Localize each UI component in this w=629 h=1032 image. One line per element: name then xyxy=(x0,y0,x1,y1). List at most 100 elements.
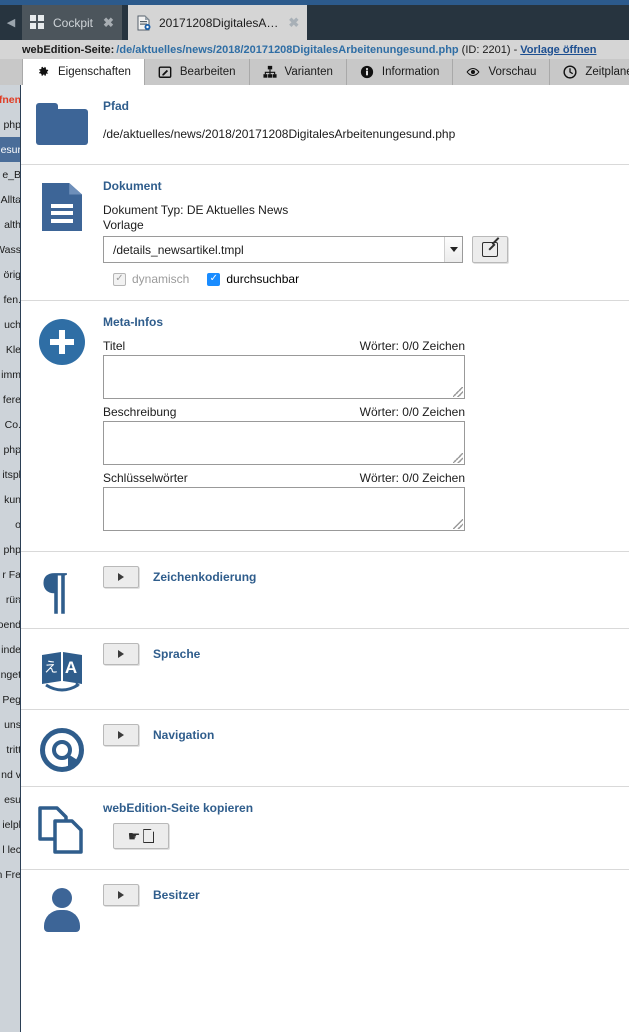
sidebar-tree-item[interactable]: Wass xyxy=(0,237,20,262)
expander-sprache[interactable] xyxy=(103,643,139,665)
close-icon[interactable]: ✖ xyxy=(288,16,299,29)
sidebar-tree-item[interactable]: oend xyxy=(0,612,20,637)
open-template-link[interactable]: Vorlage öffnen xyxy=(520,44,596,56)
template-select[interactable]: /details_newsartikel.tmpl xyxy=(103,236,463,263)
sidebar-tree-item-label: nd v xyxy=(1,768,21,781)
expander-besitzer[interactable] xyxy=(103,884,139,906)
sidebar-tree-item-label: imm xyxy=(1,368,21,381)
sidebar-tree-item[interactable]: nd v xyxy=(0,762,21,787)
section-sprache-title: Sprache xyxy=(153,647,201,661)
sidebar-tree-item[interactable]: fnen xyxy=(0,87,20,112)
sidebar-tree-item[interactable]: fere xyxy=(0,387,20,412)
checkbox-dynamisch[interactable]: ✓ dynamisch xyxy=(113,272,189,286)
sidebar-tree-item[interactable]: inde xyxy=(0,637,21,662)
sidebar-tree-item[interactable]: uns xyxy=(0,712,20,737)
sidebar-tree-item[interactable]: r Fa xyxy=(0,562,20,587)
resize-grip-icon[interactable] xyxy=(453,387,463,397)
section-navigation: Navigation xyxy=(21,710,629,787)
section-pfad-title: Pfad xyxy=(103,99,130,113)
tab-scroll-left-icon[interactable]: ◀ xyxy=(0,5,22,40)
expander-zeichenkodierung[interactable] xyxy=(103,566,139,588)
clock-icon xyxy=(563,65,577,79)
sidebar-tree-item-label: Co. xyxy=(4,418,21,431)
checkbox-durchsuchbar-box[interactable]: ✓ xyxy=(207,272,221,286)
chevron-down-icon[interactable] xyxy=(444,237,462,262)
sidebar-tree-item[interactable]: e_B xyxy=(0,162,20,187)
property-tab-strip: Eigenschaften Bearbeiten Varianten Infor… xyxy=(0,59,629,85)
compass-icon xyxy=(21,724,103,772)
tab-varianten[interactable]: Varianten xyxy=(249,59,347,85)
meta-beschreibung-input[interactable] xyxy=(103,421,465,465)
meta-titel-input[interactable] xyxy=(103,355,465,399)
sidebar-tree-item[interactable]: Co. xyxy=(0,412,21,437)
tab-cockpit-label: Cockpit xyxy=(53,15,94,30)
sidebar-tree-item-label: tritt xyxy=(6,743,21,756)
sidebar-tree-item[interactable]: l lec xyxy=(0,837,21,862)
tab-vorschau[interactable]: Vorschau xyxy=(453,59,551,85)
sidebar-tree-item[interactable]: imm xyxy=(0,362,21,387)
section-dokument-title: Dokument xyxy=(103,179,162,193)
tab-document[interactable]: 20171208DigitalesA… ✖ xyxy=(128,5,308,40)
tab-bearbeiten[interactable]: Bearbeiten xyxy=(144,59,250,85)
sidebar-tree-item[interactable]: ielpl xyxy=(0,812,20,837)
close-icon[interactable]: ✖ xyxy=(103,16,114,29)
sidebar-tree-item-label: nget xyxy=(0,668,21,681)
sidebar-tree-item[interactable]: itspl xyxy=(0,462,20,487)
sidebar-tree-item[interactable]: esur xyxy=(0,137,21,162)
sidebar-tree-connector xyxy=(14,449,20,450)
edit-template-button[interactable] xyxy=(472,236,508,263)
section-meta-infos: Meta-Infos Titel Wörter: 0/0 Zeichen Bes… xyxy=(21,301,629,552)
sidebar-tree-item[interactable]: uch xyxy=(0,312,21,337)
template-select-value: /details_newsartikel.tmpl xyxy=(113,242,244,257)
sidebar-tree-item[interactable]: fen. xyxy=(0,287,20,312)
sidebar-tree-item[interactable]: kun xyxy=(0,487,21,512)
sidebar-tree-item-label: inde xyxy=(1,643,21,656)
sidebar-tree-item-label: l lec xyxy=(2,843,21,856)
section-pfad: Pfad /de/aktuelles/news/2018/20171208Dig… xyxy=(21,85,629,165)
sidebar-tree-item[interactable]: tritt xyxy=(0,737,21,762)
meta-beschreibung-counter: Wörter: 0/0 Zeichen xyxy=(359,405,465,419)
tab-eigenschaften-label: Eigenschaften xyxy=(58,66,131,78)
tab-eigenschaften[interactable]: Eigenschaften xyxy=(22,59,145,85)
meta-schluesselwoerter-input[interactable] xyxy=(103,487,465,531)
resize-grip-icon[interactable] xyxy=(453,519,463,529)
copy-page-button[interactable]: ☛ xyxy=(113,823,169,849)
sidebar-tree-item-label: kun xyxy=(4,493,21,506)
tab-information[interactable]: Information xyxy=(346,59,454,85)
sidebar-tree-item[interactable]: Kle xyxy=(0,337,20,362)
section-sprache: A え Sprache xyxy=(21,629,629,710)
tab-cockpit[interactable]: Cockpit ✖ xyxy=(22,5,122,40)
sidebar-tree-item[interactable]: php xyxy=(0,537,20,562)
resize-grip-icon[interactable] xyxy=(453,453,463,463)
section-besitzer: Besitzer xyxy=(21,870,629,946)
document-tree-sidebar[interactable]: fnenphpesure_BAlltaalthWassörigfen.uchKl… xyxy=(0,85,21,1032)
expander-navigation[interactable] xyxy=(103,724,139,746)
checkbox-durchsuchbar[interactable]: ✓ durchsuchbar xyxy=(207,272,299,286)
section-kopieren-title: webEdition-Seite kopieren xyxy=(103,801,254,815)
sidebar-tree-item-label: esur xyxy=(0,143,21,156)
sidebar-tree-item[interactable]: Peg xyxy=(0,687,20,712)
checkbox-dynamisch-box[interactable]: ✓ xyxy=(113,272,126,286)
caret-right-icon xyxy=(118,731,124,739)
sidebar-tree-item[interactable]: esu xyxy=(0,787,21,812)
sidebar-tree-item[interactable]: nget xyxy=(0,662,21,687)
meta-beschreibung-label: Beschreibung xyxy=(103,405,177,419)
meta-field-titel: Titel Wörter: 0/0 Zeichen xyxy=(103,339,465,399)
sidebar-tree-item[interactable]: n Fre xyxy=(0,862,20,887)
sidebar-tree-item[interactable]: php xyxy=(0,112,20,137)
sidebar-tree-connector xyxy=(14,199,20,200)
sidebar-tree-item-label: uch xyxy=(4,318,21,331)
user-icon xyxy=(21,884,103,932)
grid-icon xyxy=(30,14,46,31)
tab-zeitplaner-label: Zeitplaner xyxy=(585,66,629,78)
tab-zeitplaner[interactable]: Zeitplaner xyxy=(550,59,629,85)
plus-circle-icon xyxy=(21,315,103,537)
vorlage-label: Vorlage xyxy=(103,218,144,232)
sidebar-tree-item-label: örig xyxy=(3,268,21,281)
sidebar-tree-item-label: esu xyxy=(4,793,21,806)
svg-text:A: A xyxy=(65,658,77,677)
sidebar-tree-item[interactable]: o xyxy=(0,512,20,537)
sidebar-tree-item[interactable]: örig xyxy=(0,262,21,287)
breadcrumb-path[interactable]: /de/aktuelles/news/2018/20171208Digitale… xyxy=(116,44,458,56)
sidebar-tree-item[interactable]: alth xyxy=(0,212,20,237)
